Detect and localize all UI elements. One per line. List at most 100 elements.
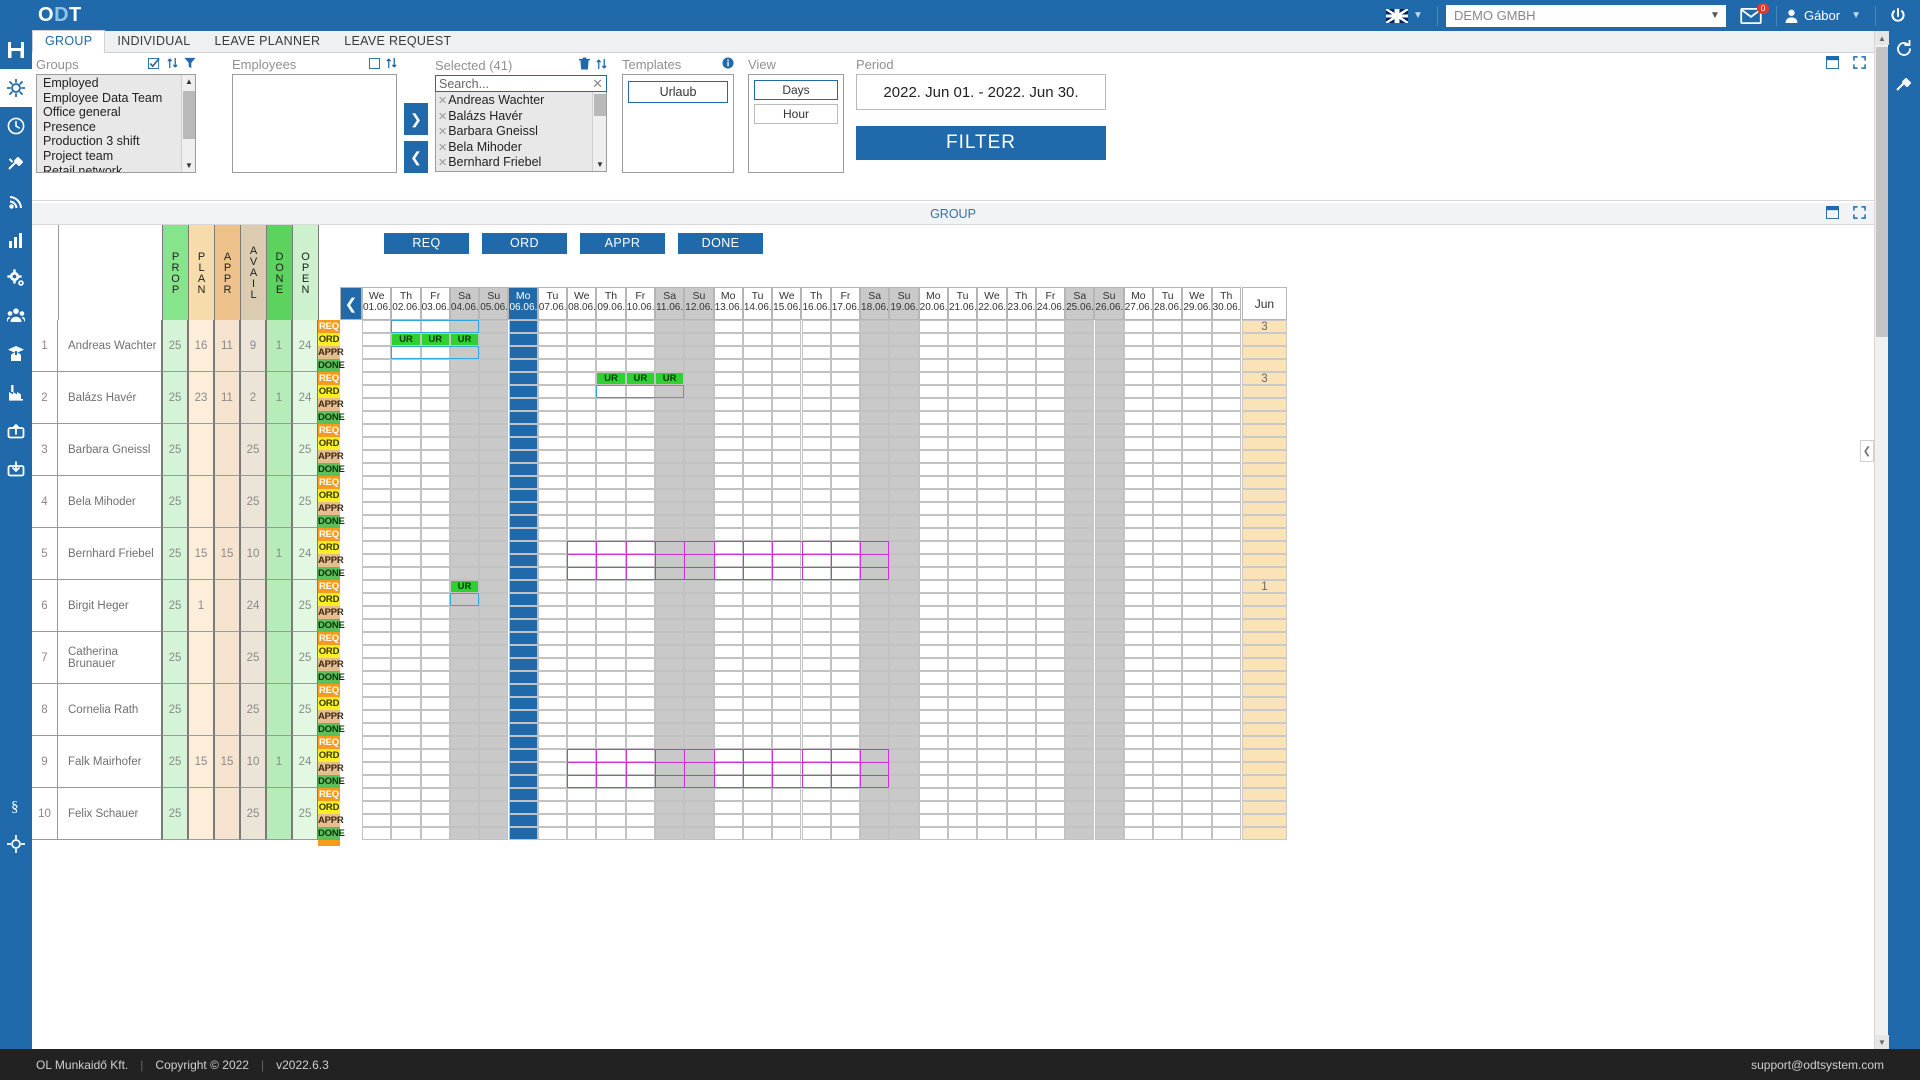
day-cell[interactable]	[830, 736, 861, 749]
day-cell[interactable]	[1006, 502, 1036, 515]
day-cell[interactable]	[889, 554, 919, 567]
day-cell[interactable]	[889, 801, 919, 814]
day-cell[interactable]	[362, 593, 392, 606]
day-cell[interactable]	[1006, 385, 1036, 398]
day-cell[interactable]	[977, 762, 1007, 775]
day-cell[interactable]	[918, 671, 948, 684]
day-cell[interactable]	[860, 424, 890, 437]
day-cell[interactable]	[948, 541, 978, 554]
panel-collapse-icon[interactable]	[1826, 56, 1839, 72]
day-cell[interactable]	[801, 723, 831, 736]
day-cell[interactable]	[1211, 554, 1241, 567]
messages-button[interactable]: 0	[1740, 2, 1769, 24]
row-employee-name[interactable]: Felix Schauer	[58, 788, 162, 840]
day-cell[interactable]	[684, 359, 714, 372]
day-cell[interactable]	[1094, 567, 1124, 580]
day-cell[interactable]	[567, 437, 597, 450]
day-cell[interactable]	[1006, 567, 1036, 580]
day-header[interactable]: We 08.06.	[567, 287, 597, 320]
day-cell[interactable]	[1153, 710, 1183, 723]
day-cell[interactable]	[1094, 762, 1124, 775]
day-cell[interactable]	[684, 346, 714, 359]
day-cell[interactable]	[449, 372, 480, 385]
day-cell[interactable]	[1123, 723, 1154, 736]
day-cell[interactable]	[830, 398, 861, 411]
day-cell[interactable]	[1035, 437, 1066, 450]
day-cell[interactable]	[537, 801, 568, 814]
day-cell[interactable]	[918, 580, 948, 593]
day-cell[interactable]	[830, 502, 861, 515]
day-cell[interactable]	[801, 476, 831, 489]
day-cell[interactable]	[801, 411, 831, 424]
day-cell[interactable]	[1006, 333, 1036, 346]
day-cell[interactable]	[449, 606, 480, 619]
day-cell[interactable]	[1211, 437, 1241, 450]
day-cell[interactable]	[772, 580, 802, 593]
day-cell[interactable]	[596, 658, 626, 671]
day-cell[interactable]	[362, 320, 392, 333]
day-cell[interactable]	[537, 502, 568, 515]
day-cell[interactable]	[918, 697, 948, 710]
day-cell[interactable]	[889, 541, 919, 554]
day-cell[interactable]	[625, 593, 655, 606]
day-cell[interactable]	[1006, 827, 1036, 840]
day-cell[interactable]	[625, 580, 655, 593]
day-cell[interactable]	[801, 463, 831, 476]
day-cell[interactable]	[977, 463, 1007, 476]
day-cell[interactable]	[625, 749, 655, 762]
day-cell[interactable]	[1123, 775, 1154, 788]
day-cell[interactable]	[918, 645, 948, 658]
day-cell[interactable]	[713, 710, 743, 723]
day-cell[interactable]	[801, 632, 831, 645]
day-cell[interactable]	[449, 632, 480, 645]
day-cell[interactable]	[1094, 775, 1124, 788]
day-cell[interactable]	[830, 515, 861, 528]
day-cell[interactable]	[1065, 749, 1095, 762]
day-cell[interactable]	[420, 723, 450, 736]
day-cell[interactable]	[713, 567, 743, 580]
day-cell[interactable]	[567, 541, 597, 554]
day-cell[interactable]	[772, 593, 802, 606]
day-cell[interactable]	[948, 632, 978, 645]
day-cell[interactable]	[1094, 489, 1124, 502]
day-cell[interactable]	[830, 567, 861, 580]
day-cell[interactable]	[1094, 515, 1124, 528]
day-cell[interactable]	[1094, 437, 1124, 450]
day-header[interactable]: Tu 14.06.	[742, 287, 773, 320]
day-cell[interactable]	[1182, 450, 1212, 463]
day-cell[interactable]	[860, 762, 890, 775]
day-cell[interactable]	[889, 320, 919, 333]
day-cell[interactable]	[801, 775, 831, 788]
day-cell[interactable]	[1182, 411, 1212, 424]
day-cell[interactable]	[391, 359, 421, 372]
day-cell[interactable]	[596, 554, 626, 567]
day-cell[interactable]	[801, 502, 831, 515]
day-cell[interactable]	[567, 463, 597, 476]
day-cell[interactable]	[479, 541, 509, 554]
day-cell[interactable]	[948, 489, 978, 502]
day-cell[interactable]	[1182, 801, 1212, 814]
day-cell[interactable]	[948, 801, 978, 814]
day-cell[interactable]	[860, 671, 890, 684]
day-header[interactable]: Sa 25.06.	[1065, 287, 1095, 320]
day-cell[interactable]	[625, 801, 655, 814]
day-cell[interactable]	[567, 372, 597, 385]
day-cell[interactable]	[508, 437, 538, 450]
day-cell[interactable]	[625, 762, 655, 775]
day-cell[interactable]	[1035, 801, 1066, 814]
day-cell[interactable]	[1094, 801, 1124, 814]
day-cell[interactable]	[508, 541, 538, 554]
day-cell[interactable]	[948, 320, 978, 333]
day-header[interactable]: Mo 20.06.	[918, 287, 948, 320]
group-list-item[interactable]: Retail network	[39, 164, 183, 172]
day-cell[interactable]	[1182, 437, 1212, 450]
day-cell[interactable]	[889, 593, 919, 606]
day-cell[interactable]	[508, 671, 538, 684]
day-cell[interactable]	[655, 346, 685, 359]
day-cell[interactable]	[596, 619, 626, 632]
day-cell[interactable]	[977, 645, 1007, 658]
day-cell[interactable]	[625, 398, 655, 411]
selected-list-item[interactable]: ✕Bela Mihoder	[437, 140, 594, 156]
day-cell[interactable]	[625, 606, 655, 619]
day-cell[interactable]	[977, 788, 1007, 801]
